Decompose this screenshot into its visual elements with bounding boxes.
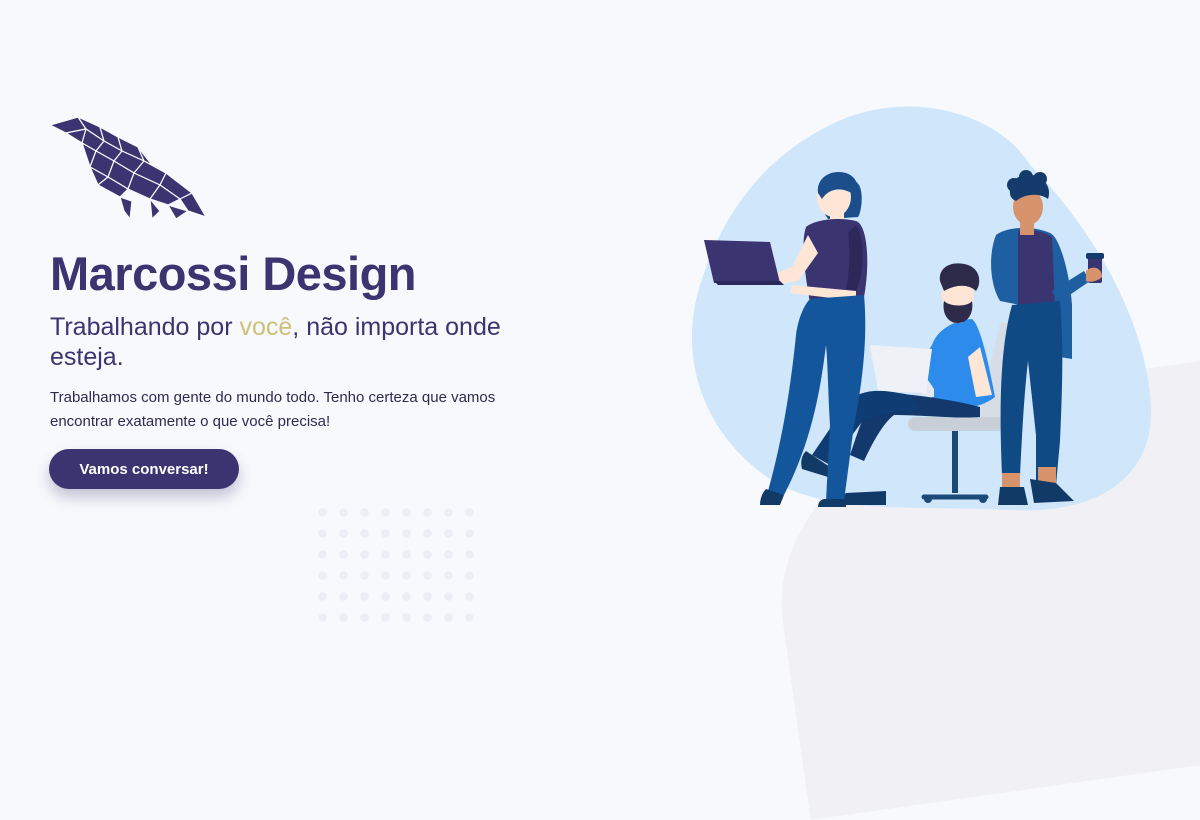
raven-logo-icon [49,116,207,220]
team-working-illustration [691,106,1152,511]
tagline-start: Trabalhando por [50,313,240,341]
hero-description: Trabalhamos com gente do mundo todo. Ten… [50,389,496,430]
contact-button[interactable]: Vamos conversar! [49,449,239,489]
dot-pattern [312,502,482,630]
background-blob [691,106,1152,511]
tagline-highlight: você [239,313,293,341]
page-title: Marcossi Design [50,247,417,300]
tagline: Trabalhando por você, não importa onde e… [50,312,520,372]
